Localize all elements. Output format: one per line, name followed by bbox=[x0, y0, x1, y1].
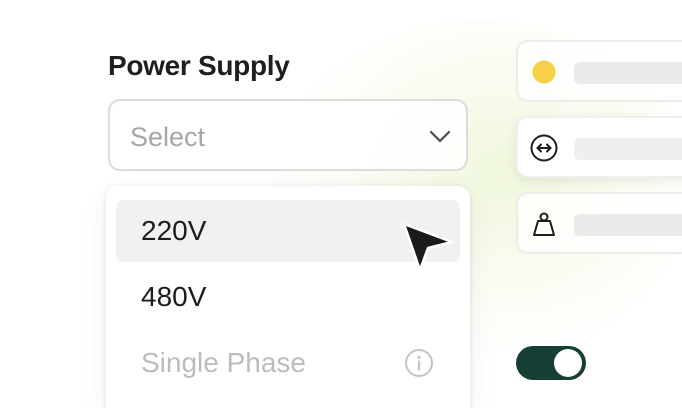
spec-card-2[interactable] bbox=[516, 116, 682, 178]
select-placeholder: Select bbox=[130, 122, 206, 152]
placeholder-bar bbox=[574, 138, 682, 160]
option-480v[interactable]: 480V bbox=[116, 266, 460, 328]
power-supply-select[interactable]: Select bbox=[108, 99, 468, 171]
toggle-knob bbox=[554, 349, 582, 377]
weight-icon bbox=[533, 212, 555, 236]
spec-card-3[interactable] bbox=[516, 192, 682, 254]
chevron-down-icon bbox=[429, 130, 451, 143]
placeholder-bar bbox=[574, 62, 682, 84]
option-label: Single Phase bbox=[141, 347, 307, 378]
toggle-switch[interactable] bbox=[516, 346, 586, 380]
placeholder-bar bbox=[574, 214, 682, 236]
option-label: 220V bbox=[141, 215, 207, 246]
info-icon[interactable] bbox=[404, 348, 434, 378]
option-single-phase: Single Phase bbox=[116, 332, 460, 394]
dot-icon bbox=[532, 60, 556, 84]
mouse-pointer-icon bbox=[402, 222, 454, 272]
spec-card-1[interactable] bbox=[516, 40, 682, 102]
option-label: 480V bbox=[141, 281, 207, 312]
horizontal-arrows-icon bbox=[530, 134, 558, 162]
field-label: Power Supply bbox=[108, 50, 290, 81]
